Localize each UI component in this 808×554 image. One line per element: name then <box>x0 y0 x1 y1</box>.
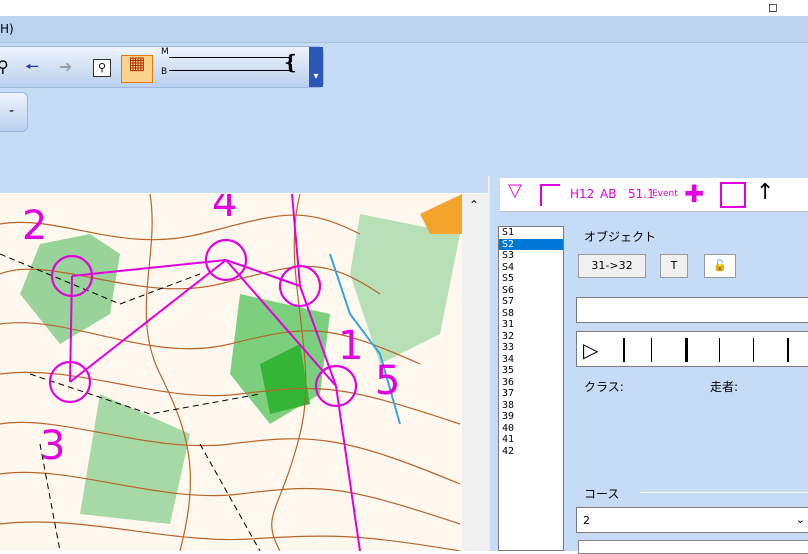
course-list-item[interactable]: 38 <box>499 400 563 412</box>
bottom-controls[interactable] <box>578 540 808 554</box>
symbol-toolbar: ▽ H12 AB 51.1 Event ✚ ↑ <box>500 178 808 212</box>
symbol-event[interactable]: Event <box>652 189 678 199</box>
range-button[interactable]: 31->32 <box>578 254 646 278</box>
main-toolbar: ⚲ 🠔 ➜ ⚲ ▦ M B ❴ ▾ <box>0 46 324 88</box>
control-number-3: 3 <box>40 423 65 469</box>
course-list-item[interactable]: S1 <box>499 227 563 239</box>
dropdown-icon[interactable]: ▾ <box>309 47 323 87</box>
scroll-up-icon[interactable]: ⌃ <box>469 198 479 212</box>
runner-label: 走者: <box>710 380 739 394</box>
control-number-2: 2 <box>22 203 47 249</box>
chevron-down-icon: ⌄ <box>795 513 805 526</box>
course-select[interactable]: 2 ⌄ <box>576 507 808 533</box>
zoom-box-icon[interactable]: ⚲ <box>93 59 111 77</box>
control-types-row[interactable]: ▷ <box>576 331 808 367</box>
course-list-item[interactable]: S4 <box>499 262 563 274</box>
course-list-item[interactable]: S3 <box>499 250 563 262</box>
course-list-item[interactable]: 32 <box>499 331 563 343</box>
course-label: コース <box>584 487 620 501</box>
play-icon[interactable]: ▷ <box>583 338 598 362</box>
course-list-item[interactable]: 39 <box>499 411 563 423</box>
control-number-1: 1 <box>338 323 363 369</box>
symbol-ab[interactable]: AB <box>600 187 616 201</box>
orienteering-map[interactable]: 1 2 3 4 5 <box>0 194 462 551</box>
secondary-toolbar: - <box>0 92 28 132</box>
control-number-4: 4 <box>212 194 237 226</box>
object-name-field[interactable] <box>576 297 808 323</box>
course-list-item[interactable]: S5 <box>499 273 563 285</box>
restore-icon[interactable]: ◻ <box>768 0 778 14</box>
bar-3[interactable] <box>685 338 688 362</box>
map-scrollbar[interactable]: ⌃ <box>462 194 488 551</box>
course-list-item[interactable]: 34 <box>499 354 563 366</box>
up-arrow-icon[interactable]: ↑ <box>756 180 774 205</box>
course-select-value: 2 <box>583 514 590 527</box>
course-list-item[interactable]: 36 <box>499 377 563 389</box>
course-list-item[interactable]: 31 <box>499 319 563 331</box>
course-list-item[interactable]: 41 <box>499 434 563 446</box>
grid-icon[interactable]: ▦ <box>121 55 153 83</box>
arrow-right-icon[interactable]: ➜ <box>59 59 72 75</box>
course-list-item[interactable]: 35 <box>499 365 563 377</box>
class-label: クラス: <box>584 380 624 394</box>
menu-bar: H) <box>0 16 808 43</box>
course-list-item[interactable]: S7 <box>499 296 563 308</box>
bar-4[interactable] <box>719 338 720 362</box>
course-list-item[interactable]: 33 <box>499 342 563 354</box>
scale-slider[interactable]: ❴ <box>169 50 299 74</box>
slider-thumb-icon[interactable]: ❴ <box>282 50 299 74</box>
bar-1[interactable] <box>623 338 625 362</box>
corner-icon[interactable] <box>540 184 560 206</box>
symbol-51-1[interactable]: 51.1 <box>628 187 655 201</box>
course-list-item[interactable]: S2 <box>499 238 563 250</box>
bar-2[interactable] <box>651 338 652 362</box>
small-button[interactable]: - <box>9 103 14 119</box>
lock-icon: 🔓 <box>713 259 727 272</box>
bar-6[interactable] <box>787 338 789 362</box>
cross-icon[interactable]: ✚ <box>684 180 704 208</box>
course-label-divider <box>640 492 808 493</box>
course-list[interactable]: S1 S2 S3 S4 S5 S6 S7 S8 31 32 33 34 35 36 37 38 39 40 41 42 <box>498 226 564 551</box>
search-icon[interactable]: ⚲ <box>0 59 9 75</box>
t-button[interactable]: T <box>660 254 688 278</box>
slider-label-b: B <box>161 67 168 77</box>
title-bar: ◻ <box>0 0 808 16</box>
symbol-h12[interactable]: H12 <box>570 187 594 201</box>
lock-button[interactable]: 🔓 <box>704 254 736 278</box>
bar-5[interactable] <box>753 338 754 362</box>
course-list-item[interactable]: S6 <box>499 285 563 297</box>
object-title: オブジェクト <box>584 230 657 244</box>
course-list-item[interactable]: 40 <box>499 423 563 435</box>
control-number-5: 5 <box>375 358 400 404</box>
slider-label-m: M <box>161 47 169 57</box>
course-list-item[interactable]: 42 <box>499 446 563 458</box>
start-icon[interactable]: ▽ <box>508 180 522 201</box>
arrow-left-icon[interactable]: 🠔 <box>25 59 39 75</box>
course-list-item[interactable]: S8 <box>499 308 563 320</box>
square-icon[interactable] <box>720 182 746 208</box>
course-list-item[interactable]: 37 <box>499 388 563 400</box>
menu-help[interactable]: H) <box>0 22 14 36</box>
